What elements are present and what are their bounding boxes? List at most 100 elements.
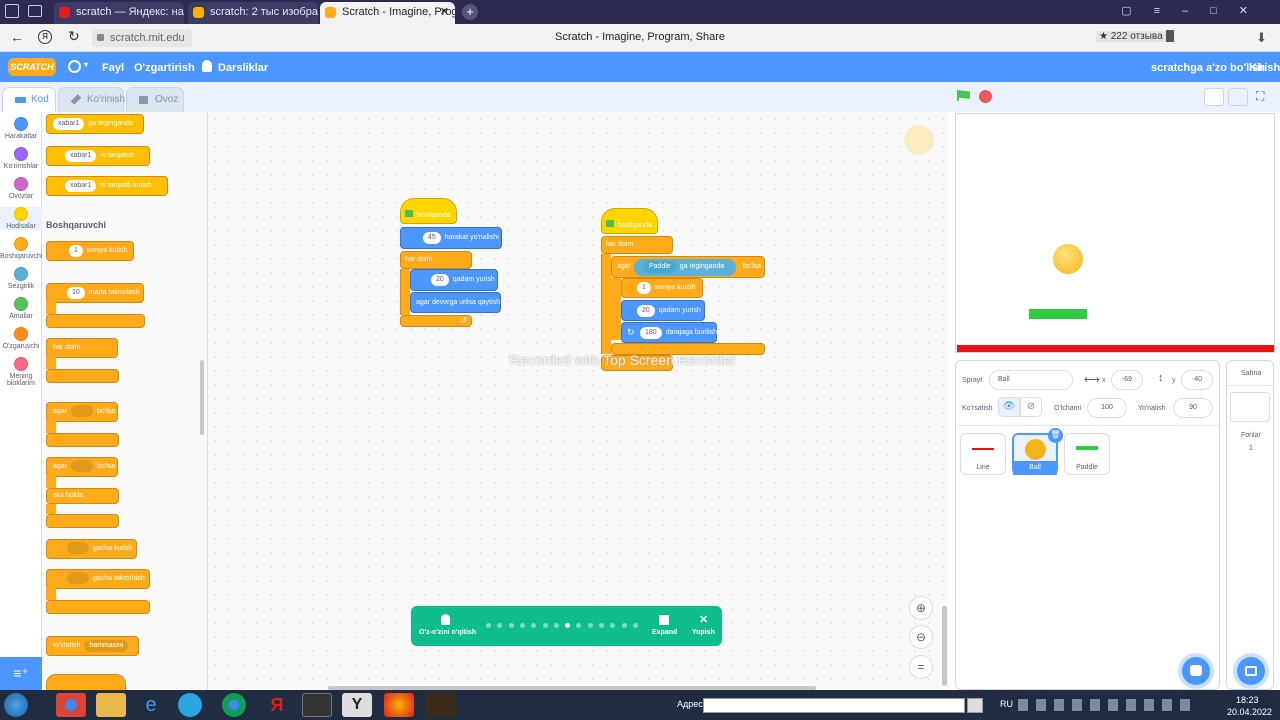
tutorial-step-dot[interactable]	[599, 623, 604, 628]
block-broadcast[interactable]: xabar1 ni tarqatish	[46, 146, 150, 166]
sprite-thumb-ball[interactable]: Ball 🗑	[1012, 428, 1063, 475]
wait-input[interactable]: 1	[69, 245, 83, 257]
stage-canvas[interactable]	[955, 113, 1275, 353]
add-sprite-button[interactable]	[1182, 657, 1210, 685]
menu-edit[interactable]: O'zgartirish	[134, 62, 195, 74]
add-extension-button[interactable]: ≡⁺	[0, 657, 42, 690]
block-wait-until[interactable]: gacha kutish	[46, 539, 137, 559]
palette-scrollbar[interactable]	[200, 360, 204, 435]
clock-time[interactable]: 18:23	[1236, 695, 1259, 705]
block-if[interactable]: agar bo'lsa	[46, 402, 118, 422]
touching-condition[interactable]: Paddle ga teginganda	[634, 259, 736, 276]
reload-icon[interactable]: ↻	[68, 28, 80, 45]
language-chevron-icon[interactable]: ▾	[84, 60, 88, 69]
tutorial-step-dot[interactable]	[565, 623, 571, 628]
zoom-out-button[interactable]: ⊖	[909, 625, 933, 649]
telegram-icon[interactable]	[178, 693, 202, 717]
start-button[interactable]	[4, 693, 28, 717]
language-globe-icon[interactable]	[68, 60, 81, 73]
explorer-icon[interactable]	[96, 693, 126, 717]
wait-input[interactable]: 1	[637, 282, 651, 294]
condition-slot[interactable]	[67, 542, 89, 555]
ie-icon[interactable]: e	[136, 693, 166, 717]
hide-eye-button[interactable]: ⊘	[1020, 397, 1042, 417]
tab-costumes[interactable]: Ko'rinish	[58, 87, 125, 112]
condition-slot[interactable]	[67, 572, 89, 585]
delete-sprite-icon[interactable]: 🗑	[1048, 428, 1063, 443]
category-looks[interactable]: Ko'rinishlar	[0, 147, 42, 170]
category-motion[interactable]: Harakatlar	[0, 117, 42, 140]
move-input[interactable]: 20	[431, 274, 449, 286]
folder-icon[interactable]	[28, 5, 42, 17]
y-input[interactable]: -40	[1181, 370, 1213, 390]
expand-icon[interactable]	[659, 615, 669, 625]
touching-dropdown[interactable]: Paddle	[644, 261, 676, 273]
tutorial-step-dot[interactable]	[576, 623, 582, 628]
repeat-input[interactable]: 10	[67, 287, 85, 299]
hat-green-flag-2[interactable]: bosilganda	[601, 208, 658, 234]
chrome-icon[interactable]	[56, 693, 86, 717]
expand-button[interactable]: Expand	[652, 629, 677, 636]
block-forever[interactable]: har doim	[46, 338, 118, 358]
message-dropdown[interactable]: xabar1	[53, 118, 85, 130]
home-icon[interactable]	[5, 4, 19, 18]
menu-tutorials[interactable]: Darsliklar	[218, 62, 268, 74]
tab-code[interactable]: Kod	[2, 87, 56, 112]
category-operators[interactable]: Amallar	[0, 297, 42, 320]
message-dropdown[interactable]: xabar1	[65, 180, 97, 192]
block-bounce[interactable]: agar devorga urilsa qaytish	[410, 292, 501, 313]
block-if-2[interactable]: agar Paddle ga teginganda bo'lsa	[611, 256, 765, 278]
size-input[interactable]: 100	[1087, 398, 1127, 418]
condition-slot[interactable]	[71, 460, 94, 473]
block-forever-2[interactable]: har doim	[601, 236, 673, 254]
direction-input[interactable]: 90	[1173, 398, 1213, 418]
block-move-2[interactable]: 20 qadam yurish	[621, 300, 705, 321]
condition-slot[interactable]	[71, 405, 94, 418]
maximize-icon[interactable]: □	[1210, 5, 1239, 17]
category-variables[interactable]: O'zgaruvchi	[0, 327, 42, 350]
block-repeat[interactable]: 10 marta takrorlash	[46, 283, 144, 303]
add-backdrop-button[interactable]	[1237, 657, 1265, 685]
tutorial-step-dot[interactable]	[632, 623, 638, 628]
scratch-logo[interactable]: SCRATCH	[8, 58, 56, 76]
category-my-blocks[interactable]: Mening bloklarim	[0, 357, 42, 387]
stage-thumbnail[interactable]	[1230, 392, 1270, 422]
url-field[interactable]: scratch.mit.edu	[92, 29, 192, 47]
sprite-thumb-line[interactable]: Line	[960, 433, 1006, 475]
block-partial[interactable]	[46, 674, 126, 690]
reviews-badge[interactable]: ★ 222 отзыва	[1096, 31, 1166, 42]
close-tab-icon[interactable]: ✕	[440, 2, 449, 22]
block-when-receive[interactable]: xabar1 ga teginganda	[46, 114, 144, 134]
back-icon[interactable]: ←	[10, 29, 24, 45]
tutorial-step-dot[interactable]	[497, 623, 503, 628]
new-tab-button[interactable]: +	[462, 4, 478, 20]
block-move-1[interactable]: 20 qadam yurish	[410, 269, 498, 291]
tab-images[interactable]: scratch: 2 тыс изображений	[188, 2, 318, 24]
code-workspace[interactable]: bosilganda 45 harakat yo'nalishi har doim…	[208, 112, 948, 690]
block-wait-2[interactable]: 1 soniya kutish	[621, 278, 703, 298]
fullscreen-icon[interactable]: ⛶	[1256, 89, 1264, 104]
show-eye-button[interactable]: 👁	[998, 397, 1020, 417]
tutorial-step-dot[interactable]	[519, 623, 525, 628]
block-broadcast-wait[interactable]: xabar1 ni tarqatib kutish	[46, 176, 168, 196]
yandex-browser-icon[interactable]: Y	[342, 693, 372, 717]
yandex-button-icon[interactable]: Я	[38, 30, 52, 44]
green-flag-run-icon[interactable]	[957, 90, 970, 101]
category-events[interactable]: Hodisalar	[0, 207, 42, 230]
chrome-2-icon[interactable]	[222, 693, 246, 717]
downloads-icon[interactable]: ⬇	[1256, 30, 1267, 46]
direction-input[interactable]: 45	[423, 232, 441, 244]
join-scratch-link[interactable]: scratchga a'zo bo'lish	[1151, 62, 1265, 74]
sprite-name-input[interactable]: Ball	[989, 370, 1073, 390]
tutorial-step-dot[interactable]	[542, 623, 548, 628]
stop-dropdown[interactable]: hammasini	[84, 640, 129, 652]
move-input[interactable]: 20	[637, 305, 655, 317]
address-toolbar-input[interactable]	[703, 698, 965, 713]
small-stage-icon[interactable]	[1204, 88, 1224, 106]
sprite-thumb-paddle[interactable]: Paddle	[1064, 433, 1110, 475]
tab-sounds[interactable]: Ovoz	[126, 87, 184, 112]
message-dropdown[interactable]: xabar1	[65, 150, 97, 162]
bookmark-icon[interactable]	[1166, 30, 1174, 42]
block-point-direction[interactable]: 45 harakat yo'nalishi	[400, 227, 502, 249]
menu-file[interactable]: Fayl	[102, 62, 124, 74]
